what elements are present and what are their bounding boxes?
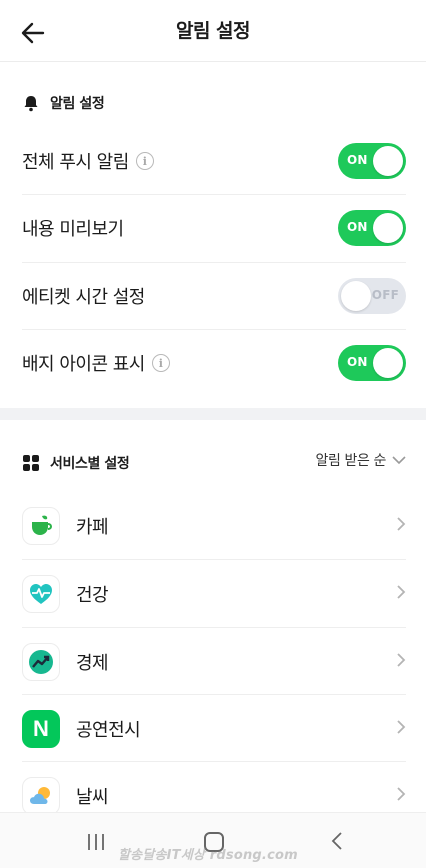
services-section-title: 서비스별 설정 xyxy=(50,456,130,472)
service-row-health[interactable]: 건강 xyxy=(22,560,406,627)
toggle-state-text: ON xyxy=(347,220,368,234)
setting-label: 전체 푸시 알림 xyxy=(22,152,129,173)
setting-label: 내용 미리보기 xyxy=(22,219,124,240)
services-section-header: 서비스별 설정 xyxy=(22,451,130,475)
chevron-right-icon xyxy=(397,585,406,599)
chevron-right-icon xyxy=(397,653,406,667)
info-icon[interactable]: i xyxy=(151,354,170,372)
section-separator xyxy=(0,408,426,420)
toggle-knob xyxy=(373,146,403,176)
service-row-performance[interactable]: N 공연전시 xyxy=(22,695,406,762)
service-row-economy[interactable]: 경제 xyxy=(22,628,406,695)
toggle-knob xyxy=(341,281,371,311)
cafe-cup-icon xyxy=(22,506,60,545)
recent-apps-icon[interactable] xyxy=(86,833,106,851)
weather-cloud-sun-icon xyxy=(22,776,60,815)
service-label: 경제 xyxy=(76,652,109,674)
service-label: 공연전시 xyxy=(76,719,141,741)
setting-row-etiquette: 에티켓 시간 설정 OFF xyxy=(22,263,406,329)
toggle-knob xyxy=(373,348,403,378)
notify-section-title: 알림 설정 xyxy=(50,96,105,112)
toggle-knob xyxy=(373,213,403,243)
etiquette-toggle[interactable]: OFF xyxy=(338,278,406,314)
sort-dropdown[interactable]: 알림 받은 순 xyxy=(315,450,406,470)
setting-label: 배지 아이콘 표시 xyxy=(22,354,145,375)
grid-icon xyxy=(23,455,39,471)
setting-label: 에티켓 시간 설정 xyxy=(22,287,145,308)
health-heart-icon xyxy=(22,574,60,613)
system-nav-bar: 할송달송IT세상 rdsong.com xyxy=(0,812,426,868)
chevron-down-icon xyxy=(392,456,406,465)
service-label: 건강 xyxy=(76,584,109,606)
toggle-state-text: ON xyxy=(347,355,368,369)
info-icon[interactable]: i xyxy=(135,152,154,170)
chevron-right-icon xyxy=(397,517,406,531)
economy-chart-icon xyxy=(22,642,60,681)
push-all-toggle[interactable]: ON xyxy=(338,143,406,179)
toggle-state-text: ON xyxy=(347,153,368,167)
notify-section-header: 알림 설정 xyxy=(22,91,105,115)
chevron-right-icon xyxy=(397,720,406,734)
sort-label: 알림 받은 순 xyxy=(315,453,386,469)
naver-n-icon: N xyxy=(22,709,60,748)
preview-toggle[interactable]: ON xyxy=(338,210,406,246)
watermark: 할송달송IT세상 rdsong.com xyxy=(118,848,298,863)
service-label: 날씨 xyxy=(76,786,109,808)
bell-icon xyxy=(24,96,38,112)
chevron-right-icon xyxy=(397,787,406,801)
toggle-state-text: OFF xyxy=(371,288,399,302)
setting-row-push-all: 전체 푸시 알림 i ON xyxy=(22,128,406,194)
badge-toggle[interactable]: ON xyxy=(338,345,406,381)
setting-row-preview: 내용 미리보기 ON xyxy=(22,195,406,261)
page-title: 알림 설정 xyxy=(175,20,251,42)
top-app-bar: 알림 설정 xyxy=(0,0,426,62)
service-label: 카페 xyxy=(76,516,109,538)
back-chevron-icon[interactable] xyxy=(330,831,344,851)
service-row-cafe[interactable]: 카페 xyxy=(22,492,406,559)
setting-row-badge: 배지 아이콘 표시 i ON xyxy=(22,330,406,396)
